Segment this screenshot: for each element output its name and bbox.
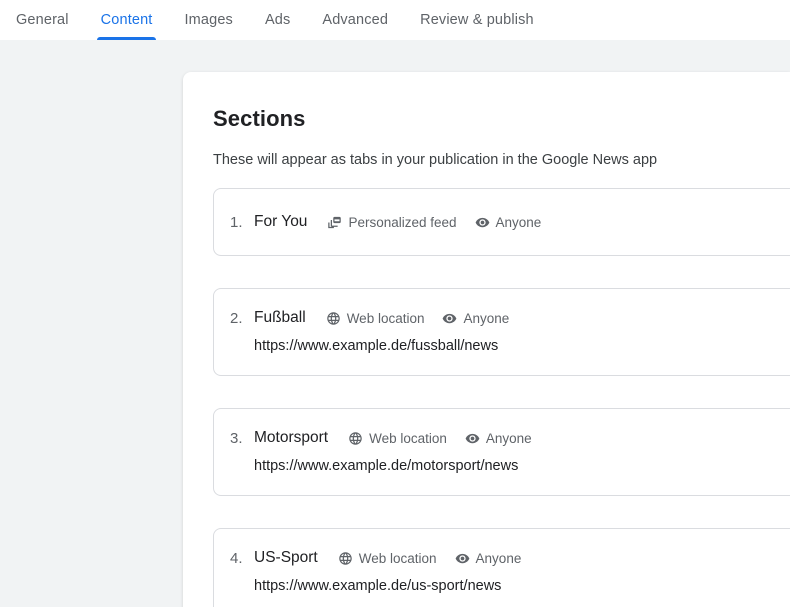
globe-icon bbox=[326, 311, 340, 325]
section-visibility-label: Anyone bbox=[485, 430, 532, 446]
section-card-for-you[interactable]: 1. For You Personalized feed Anyone bbox=[213, 188, 790, 256]
section-type-label: Web location bbox=[346, 310, 425, 326]
section-visibility-label: Anyone bbox=[463, 310, 510, 326]
globe-icon bbox=[349, 431, 362, 445]
section-index: 4. bbox=[230, 549, 243, 567]
section-type-label: Personalized feed bbox=[348, 214, 457, 230]
tab-label: Content bbox=[100, 12, 153, 28]
tab-advanced[interactable]: Advanced bbox=[306, 0, 404, 40]
tab-content[interactable]: Content bbox=[85, 0, 169, 40]
eye-icon bbox=[465, 433, 480, 443]
sections-panel: Sections These will appear as tabs in yo… bbox=[183, 72, 790, 607]
section-visibility: Anyone bbox=[475, 214, 542, 230]
tab-review-publish[interactable]: Review & publish bbox=[404, 0, 550, 40]
tab-label: Advanced bbox=[322, 12, 389, 28]
section-type: Web location bbox=[338, 551, 437, 566]
section-card-fussball[interactable]: 2. Fußball Web location Anyone https://w… bbox=[213, 288, 790, 376]
page-title: Sections bbox=[213, 106, 306, 131]
tab-label: Ads bbox=[264, 12, 291, 28]
section-name: Motorsport bbox=[254, 429, 329, 446]
personalized-feed-icon bbox=[328, 216, 342, 228]
section-name: Fußball bbox=[254, 309, 306, 326]
section-type: Web location bbox=[326, 310, 425, 326]
tab-label: Images bbox=[184, 12, 233, 28]
section-type-label: Web location bbox=[369, 430, 447, 446]
section-index: 2. bbox=[230, 309, 243, 327]
section-url: https://www.example.de/us-sport/news bbox=[254, 578, 502, 594]
section-head: 3. Motorsport Web location Anyone bbox=[214, 409, 790, 447]
section-index: 3. bbox=[230, 429, 243, 447]
section-card-motorsport[interactable]: 3. Motorsport Web location Anyone https:… bbox=[213, 408, 790, 496]
section-type: Personalized feed bbox=[327, 214, 457, 230]
section-name: For You bbox=[254, 213, 308, 230]
section-head: 4. US-Sport Web location Anyone bbox=[214, 529, 790, 567]
tab-bar: General Content Images Ads Advanced Revi… bbox=[0, 0, 790, 40]
tab-label: General bbox=[16, 12, 69, 28]
tab-ads[interactable]: Ads bbox=[249, 0, 306, 40]
section-type-label: Web location bbox=[358, 550, 437, 566]
page-subtitle: These will appear as tabs in your public… bbox=[213, 152, 658, 168]
tab-general[interactable]: General bbox=[0, 0, 85, 40]
globe-icon bbox=[339, 551, 352, 565]
section-url: https://www.example.de/motorsport/news bbox=[254, 458, 519, 474]
section-visibility: Anyone bbox=[465, 431, 532, 446]
section-visibility: Anyone bbox=[442, 311, 509, 326]
section-name: US-Sport bbox=[254, 549, 318, 566]
tab-images[interactable]: Images bbox=[168, 0, 248, 40]
section-visibility-label: Anyone bbox=[475, 550, 522, 566]
section-visibility: Anyone bbox=[455, 550, 522, 566]
tab-label: Review & publish bbox=[420, 12, 534, 28]
section-url: https://www.example.de/fussball/news bbox=[254, 338, 499, 354]
section-head: 1. For You Personalized feed Anyone bbox=[214, 189, 790, 255]
section-head: 2. Fußball Web location Anyone bbox=[214, 289, 790, 327]
section-index: 1. bbox=[230, 213, 243, 231]
section-type: Web location bbox=[348, 431, 447, 446]
eye-icon bbox=[475, 217, 489, 227]
eye-icon bbox=[443, 313, 457, 323]
eye-icon bbox=[455, 553, 469, 563]
sections-list: 1. For You Personalized feed Anyone 2. F… bbox=[213, 188, 790, 607]
section-visibility-label: Anyone bbox=[495, 214, 542, 230]
section-card-us-sport[interactable]: 4. US-Sport Web location Anyone https://… bbox=[213, 528, 790, 607]
